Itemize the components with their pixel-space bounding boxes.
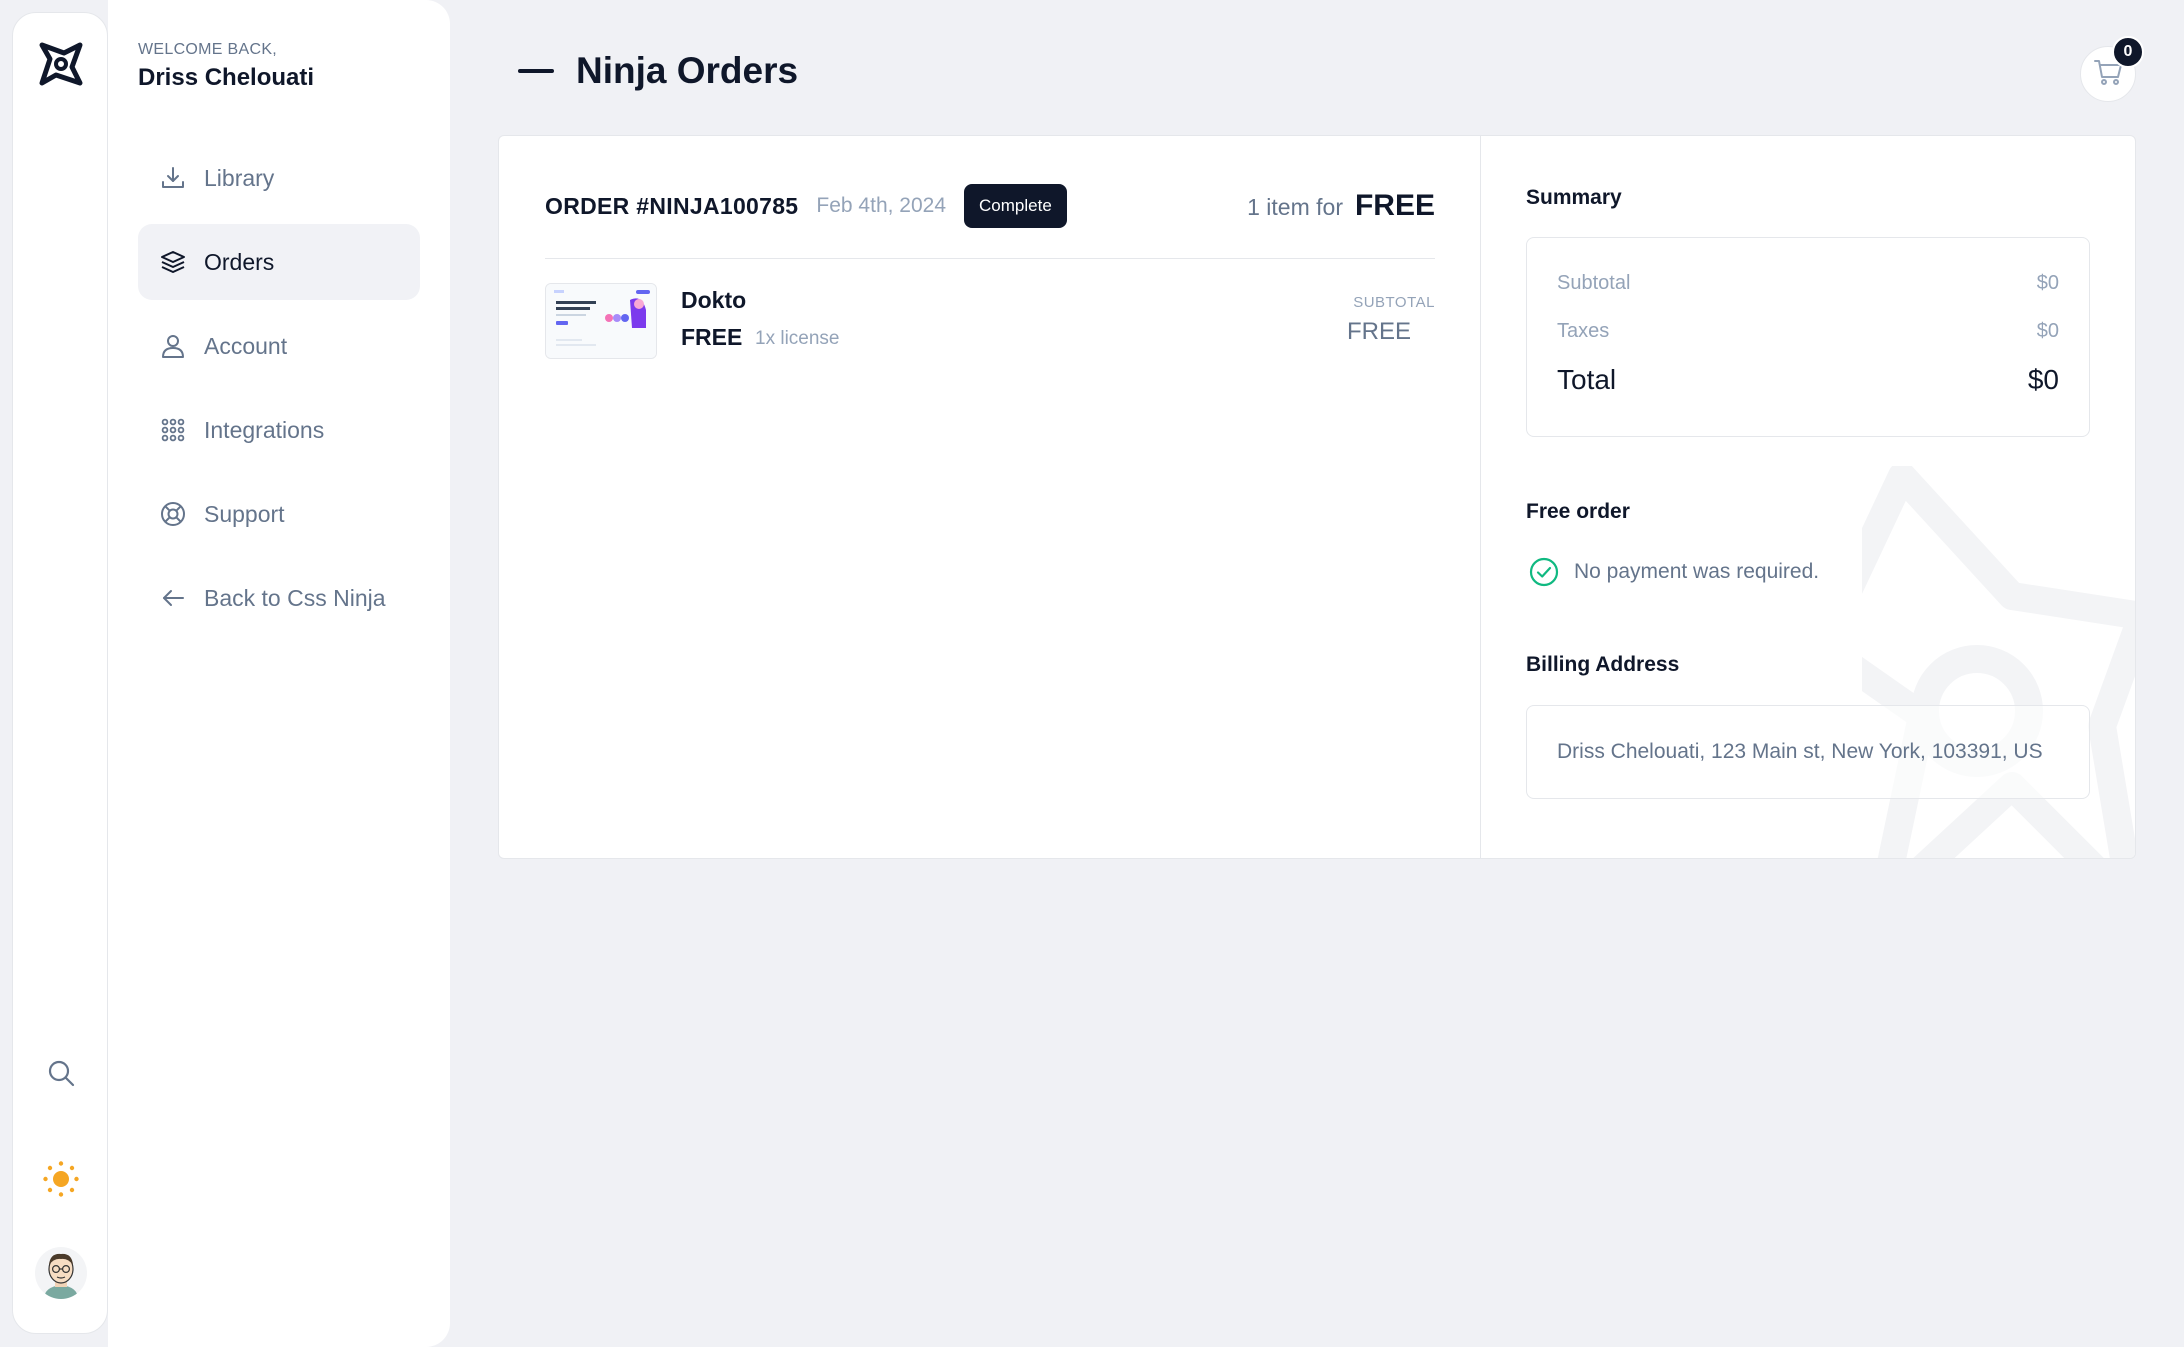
check-circle-icon — [1528, 556, 1560, 588]
page-title: Ninja Orders — [576, 50, 799, 91]
product-price: FREE — [681, 324, 743, 350]
summary-box: Subtotal $0 Taxes $0 Total $0 — [1526, 237, 2090, 437]
order-summary: Summary Subtotal $0 Taxes $0 Total $0 Fr… — [1482, 136, 2135, 858]
arrow-left-icon — [158, 583, 188, 613]
sidebar-item-label: Support — [204, 500, 285, 527]
subtotal-value: FREE — [1346, 318, 1411, 345]
status-badge: Complete — [964, 184, 1067, 228]
sidebar-item-label: Account — [204, 332, 288, 359]
summary-subtotal-value: $0 — [2036, 272, 2059, 294]
sidebar-item-label: Orders — [204, 248, 275, 275]
sidebar-item-account[interactable]: Account — [138, 308, 420, 384]
total-row: Total $0 — [1557, 364, 2059, 396]
summary-title: Summary — [1526, 186, 1622, 209]
nav-panel: WELCOME BACK, Driss Chelouati Library Or… — [108, 0, 450, 1347]
product-license: 1x license — [755, 328, 840, 349]
page-header: Ninja Orders — [518, 50, 798, 92]
billing-address-box: Driss Chelouati, 123 Main st, New York, … — [1526, 705, 2090, 799]
sidebar-item-label: Library — [204, 164, 275, 191]
summary-total-label: Total — [1557, 364, 1617, 395]
items-count-label: 1 item for — [1247, 194, 1343, 220]
search-icon[interactable] — [37, 1049, 85, 1097]
sidebar-item-orders[interactable]: Orders — [138, 224, 420, 300]
summary-taxes-label: Taxes — [1557, 320, 1610, 342]
free-order-text: No payment was required. — [1574, 560, 1820, 583]
user-name: Driss Chelouati — [138, 64, 315, 91]
order-header: ORDER #NINJA100785 Feb 4th, 2024 Complet… — [545, 182, 1435, 230]
ninja-watermark-icon — [1862, 466, 2135, 858]
order-date: Feb 4th, 2024 — [816, 194, 947, 217]
free-order-title: Free order — [1526, 500, 1630, 523]
welcome-label: WELCOME BACK, — [138, 41, 278, 58]
icon-rail — [12, 12, 108, 1334]
billing-address-title: Billing Address — [1526, 653, 1680, 676]
product-name[interactable]: Dokto — [681, 287, 746, 314]
layers-icon — [158, 247, 188, 277]
subtotal-label: SUBTOTAL — [1353, 294, 1435, 311]
taxes-row: Taxes $0 — [1557, 320, 2059, 343]
summary-total-value: $0 — [2027, 364, 2059, 395]
order-number: ORDER #NINJA100785 — [545, 192, 799, 219]
sidebar-item-label: Integrations — [204, 416, 325, 443]
ninja-logo-icon[interactable] — [34, 37, 88, 91]
product-thumbnail[interactable] — [545, 283, 657, 359]
sidebar-item-support[interactable]: Support — [138, 476, 420, 552]
order-card: ORDER #NINJA100785 Feb 4th, 2024 Complet… — [498, 135, 2136, 859]
sidebar-item-library[interactable]: Library — [138, 140, 420, 216]
summary-subtotal-label: Subtotal — [1557, 272, 1631, 294]
order-details: ORDER #NINJA100785 Feb 4th, 2024 Complet… — [499, 136, 1481, 858]
order-total-price: FREE — [1354, 189, 1435, 222]
title-dash — [518, 69, 554, 73]
sidebar-item-label: Back to Css Ninja — [204, 584, 386, 611]
divider — [545, 258, 1435, 259]
sidebar-item-integrations[interactable]: Integrations — [138, 392, 420, 468]
subtotal-row: Subtotal $0 — [1557, 272, 2059, 295]
download-icon — [158, 163, 188, 193]
grid-icon — [158, 415, 188, 445]
cart-count-badge: 0 — [2112, 36, 2144, 68]
sidebar-item-back-to-css-ninja[interactable]: Back to Css Ninja — [138, 560, 420, 636]
sidebar-nav: Library Orders Account Integrations Supp… — [138, 140, 420, 644]
billing-address: Driss Chelouati, 123 Main st, New York, … — [1557, 740, 2043, 763]
avatar[interactable] — [35, 1247, 87, 1299]
lifebuoy-icon — [158, 499, 188, 529]
sun-icon[interactable] — [37, 1155, 85, 1203]
free-order-message: No payment was required. — [1528, 556, 1819, 588]
list-item: Dokto FREE 1x license SUBTOTAL FREE — [545, 283, 1435, 363]
user-icon — [158, 331, 188, 361]
summary-taxes-value: $0 — [2036, 320, 2059, 342]
order-total: 1 item for FREE — [1247, 189, 1435, 223]
